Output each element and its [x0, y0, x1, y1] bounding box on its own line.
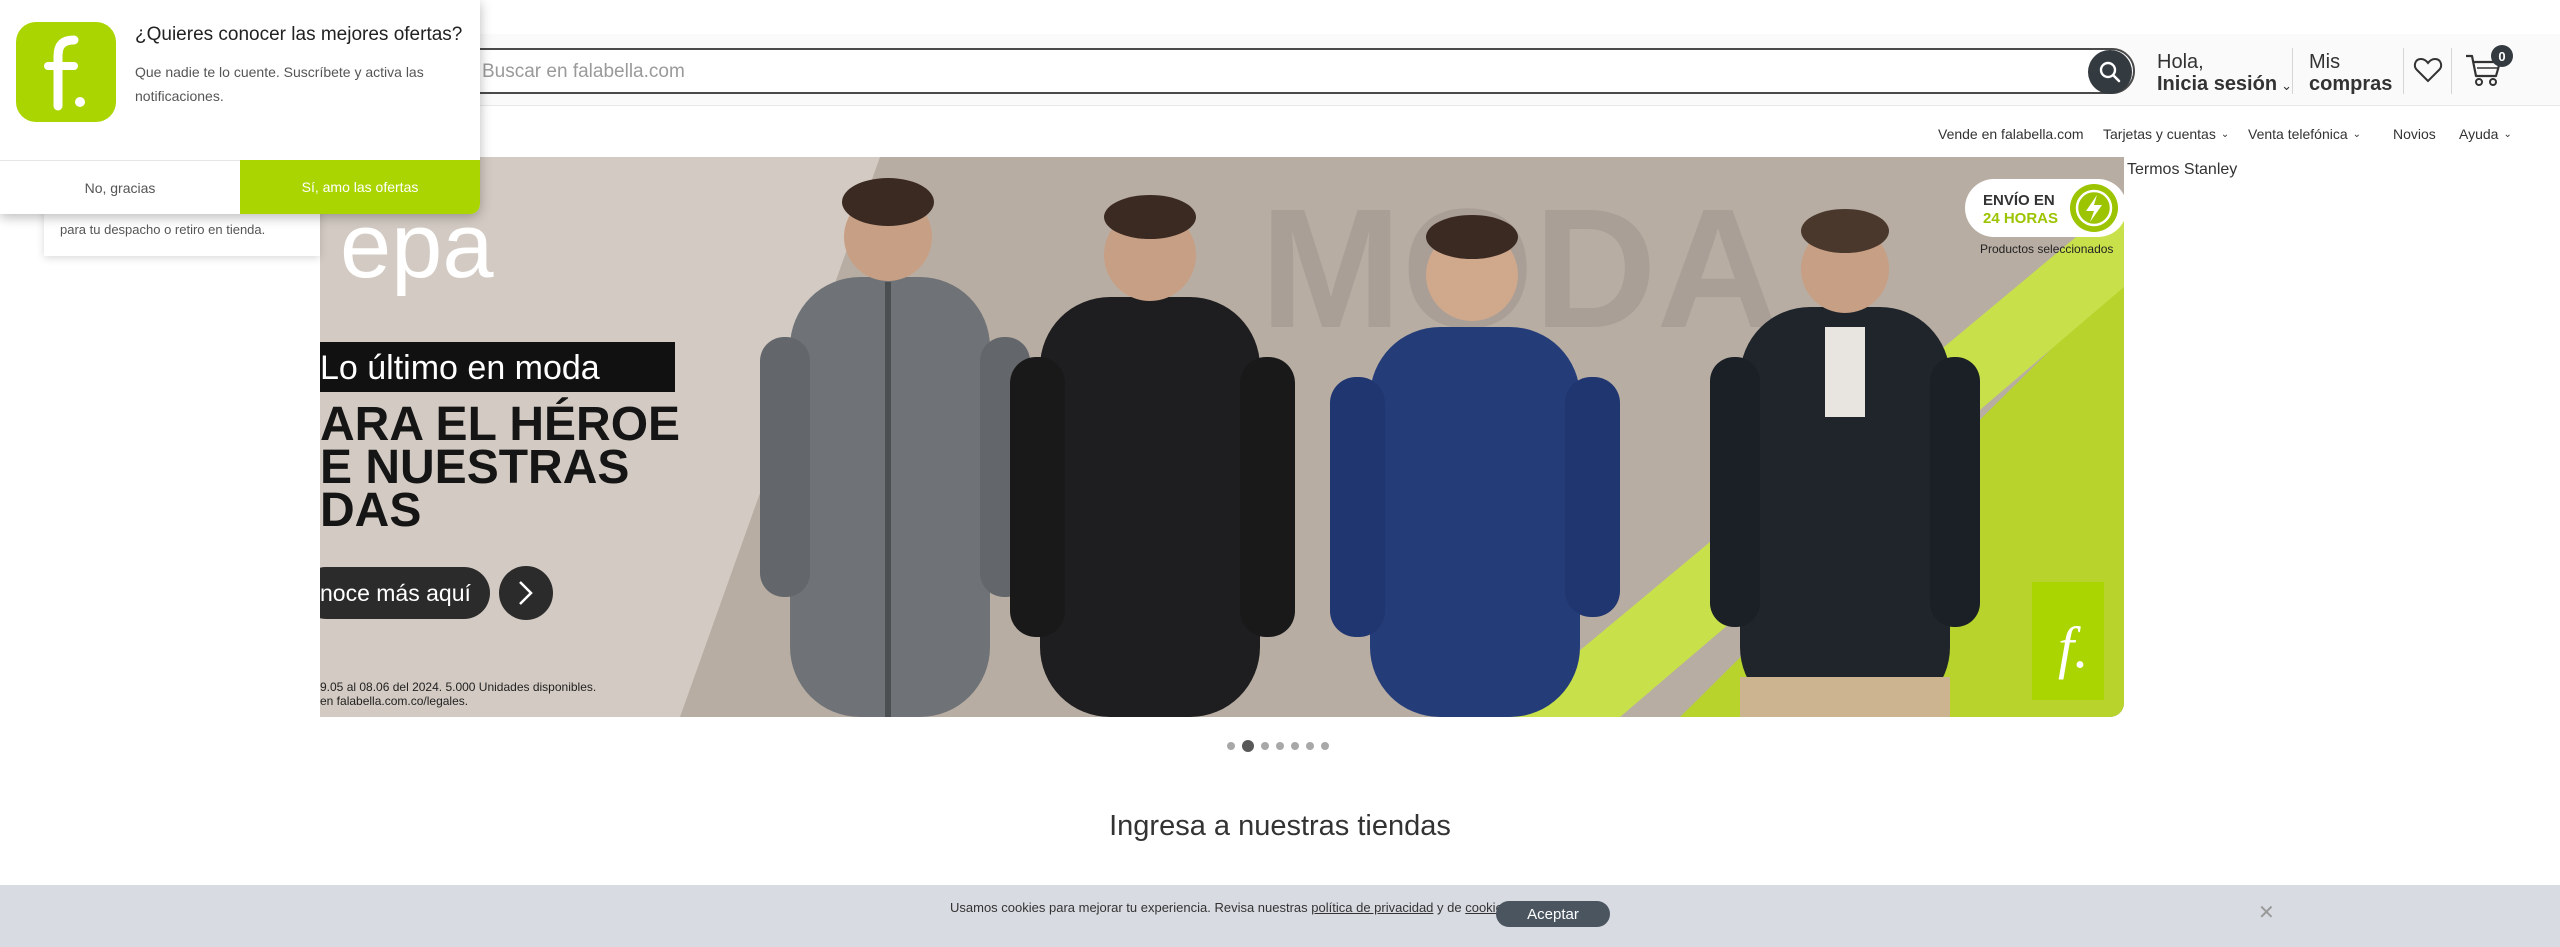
hero-banner[interactable]: MODA epa Lo último en moda ARA EL HÉROE … — [320, 157, 2124, 717]
carousel-dot[interactable] — [1321, 742, 1329, 750]
nav-help-label: Ayuda — [2459, 126, 2499, 142]
nav-cards-label: Tarjetas y cuentas — [2103, 126, 2216, 142]
page: Buscar en falabella.com Hola, Inicia ses… — [0, 0, 2560, 947]
falabella-logo-icon: f. — [2032, 582, 2104, 700]
carousel-dot[interactable] — [1306, 742, 1314, 750]
nav-sell-label: Vende en falabella.com — [1938, 126, 2084, 142]
divider — [2403, 48, 2404, 94]
banner-artwork: MODA epa Lo último en moda ARA EL HÉROE … — [320, 157, 2124, 717]
shipping-badge: ENVÍO EN 24 HORAS Productos seleccionado… — [1965, 179, 2124, 256]
account-menu[interactable]: Hola, Inicia sesión ⌄ — [2157, 52, 2292, 96]
orders-line2: compras — [2309, 73, 2393, 95]
search-input[interactable]: Buscar en falabella.com — [400, 48, 2135, 94]
close-icon[interactable]: ✕ — [2258, 900, 2275, 925]
carousel-dot[interactable] — [1276, 742, 1284, 750]
carousel-dots — [1227, 740, 1329, 752]
side-link-termos[interactable]: Termos Stanley — [2127, 161, 2237, 179]
cookie-text-middle: y de — [1433, 900, 1466, 915]
notification-accept-button[interactable]: Sí, amo las ofertas — [240, 160, 480, 214]
divider — [2292, 48, 2293, 94]
orders-link[interactable]: Mis compras — [2309, 52, 2392, 94]
banner-legal-2: en falabella.com.co/legales. — [320, 694, 468, 708]
chevron-down-icon: ⌄ — [2352, 128, 2362, 140]
cookie-accept-button[interactable]: Aceptar — [1496, 901, 1610, 927]
carousel-dot[interactable] — [1227, 742, 1235, 750]
nav-phone-menu[interactable]: Venta telefónica ⌄ — [2248, 124, 2361, 144]
banner-headline-3: DAS — [320, 484, 421, 537]
cart-count-badge: 0 — [2491, 45, 2513, 67]
account-login: Inicia sesión — [2157, 73, 2278, 95]
account-greeting: Hola, — [2157, 51, 2204, 73]
orders-line1: Mis — [2309, 51, 2341, 73]
shipping-line2: 24 HORAS — [1983, 210, 2058, 227]
cookie-message: Usamos cookies para mejorar tu experienc… — [950, 900, 1513, 915]
stores-section-title: Ingresa a nuestras tiendas — [1109, 810, 1451, 842]
wishlist-button[interactable] — [2412, 54, 2444, 86]
notification-popup: ¿Quieres conocer las mejores ofertas? Qu… — [0, 0, 480, 214]
svg-text:f.: f. — [2058, 615, 2089, 680]
chevron-down-icon: ⌄ — [2220, 128, 2230, 140]
underlying-card-text: para tu despacho o retiro en tienda. — [60, 222, 266, 237]
notification-body: Que nadie te lo cuente. Suscríbete y act… — [135, 64, 424, 104]
banner-tag: Lo último en moda — [320, 349, 600, 387]
notification-decline-button[interactable]: No, gracias — [0, 160, 240, 214]
notification-title: ¿Quieres conocer las mejores ofertas? — [135, 24, 463, 45]
chevron-down-icon: ⌄ — [2281, 78, 2292, 93]
shipping-note: Productos seleccionados — [1980, 242, 2113, 256]
banner-legal-1: 9.05 al 08.06 del 2024. 5.000 Unidades d… — [320, 680, 596, 694]
cookie-text-before: Usamos cookies para mejorar tu experienc… — [950, 900, 1312, 915]
heart-icon — [2413, 57, 2443, 83]
banner-next-button[interactable] — [499, 566, 553, 620]
carousel-dot[interactable] — [1261, 742, 1269, 750]
search-placeholder: Buscar en falabella.com — [482, 61, 685, 82]
cookie-banner — [0, 885, 2560, 947]
nav-phone-label: Venta telefónica — [2248, 126, 2348, 142]
chevron-down-icon: ⌄ — [2503, 128, 2512, 140]
shipping-line1: ENVÍO EN — [1983, 192, 2055, 209]
banner-cta-label: noce más aquí — [320, 580, 471, 606]
nav-novios-label: Novios — [2393, 126, 2436, 142]
divider — [2451, 48, 2452, 94]
nav-sell-link[interactable]: Vende en falabella.com — [1938, 124, 2084, 144]
nav-help-menu[interactable]: Ayuda ⌄ — [2459, 124, 2512, 144]
nav-novios-link[interactable]: Novios — [2393, 124, 2436, 144]
falabella-logo-icon — [16, 22, 116, 122]
search-button[interactable] — [2088, 50, 2132, 94]
nav-cards-menu[interactable]: Tarjetas y cuentas ⌄ — [2103, 124, 2229, 144]
search-icon — [2099, 61, 2121, 83]
carousel-dot[interactable] — [1291, 742, 1299, 750]
privacy-policy-link[interactable]: política de privacidad — [1311, 900, 1433, 915]
carousel-dot-active[interactable] — [1242, 740, 1254, 752]
